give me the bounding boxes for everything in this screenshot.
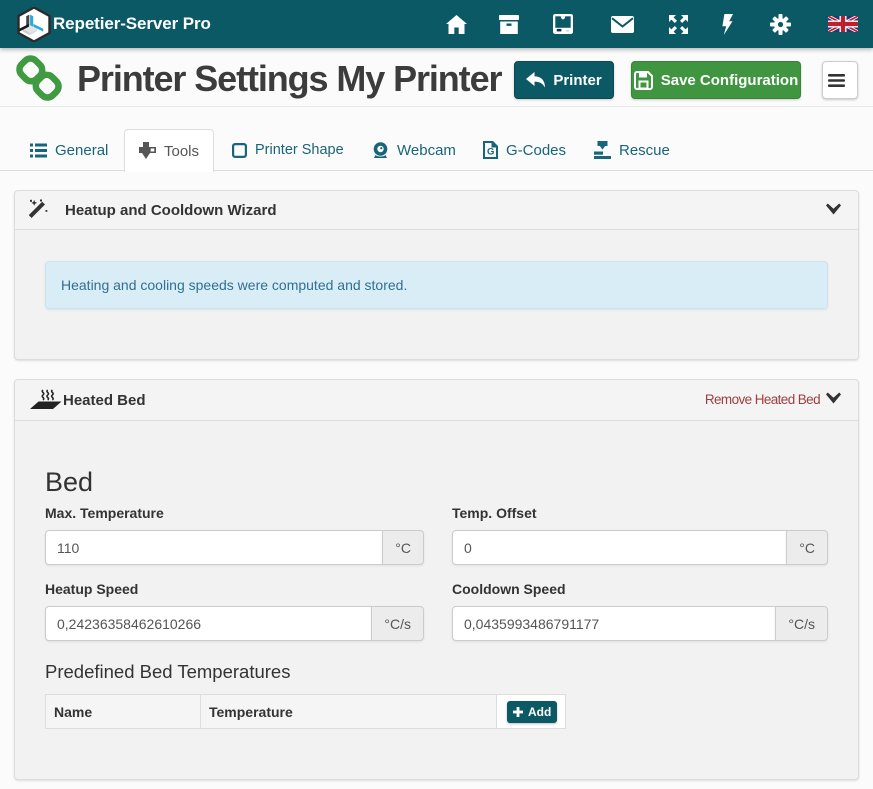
- svg-text:G: G: [487, 147, 494, 158]
